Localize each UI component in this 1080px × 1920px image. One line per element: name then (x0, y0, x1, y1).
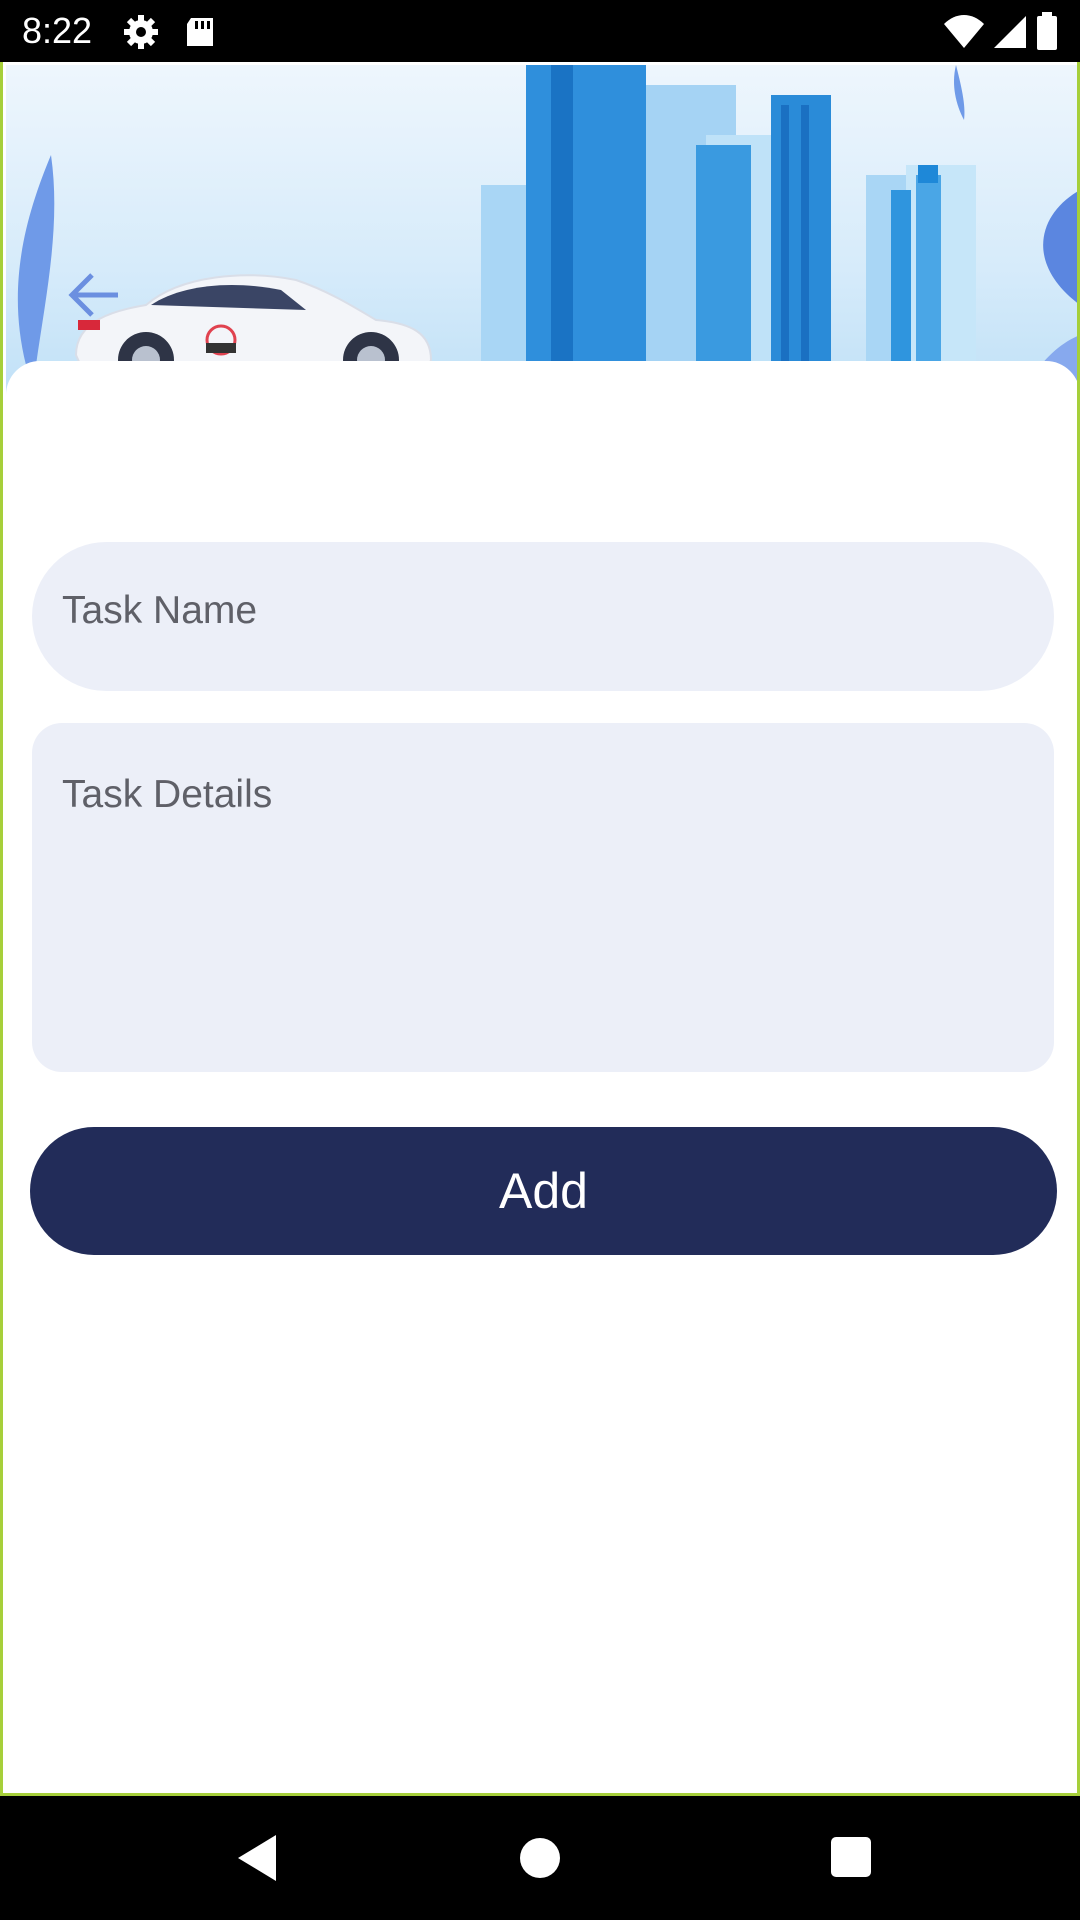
battery-icon (1037, 12, 1057, 50)
nav-recents-icon[interactable] (831, 1837, 871, 1877)
task-name-input[interactable]: Task Name (32, 542, 1054, 691)
status-time: 8:22 (22, 10, 93, 51)
app-screen: Task Name Task Details Add (0, 0, 1080, 1796)
cell-signal-icon (994, 16, 1026, 48)
add-button[interactable]: Add (30, 1127, 1057, 1255)
settings-gear-icon (124, 15, 158, 49)
arrow-left-icon (68, 273, 118, 317)
nav-home-icon[interactable] (520, 1838, 560, 1878)
task-details-input[interactable]: Task Details (32, 723, 1054, 1072)
status-bar: 8:22 (0, 0, 1080, 62)
back-button[interactable] (64, 265, 130, 325)
sd-card-icon (187, 18, 213, 46)
wifi-icon (944, 15, 984, 48)
header-illustration (6, 65, 1077, 405)
add-button-label: Add (499, 1163, 588, 1219)
nav-back-icon[interactable] (238, 1835, 276, 1881)
city-skyline-illustration (17, 65, 1077, 405)
